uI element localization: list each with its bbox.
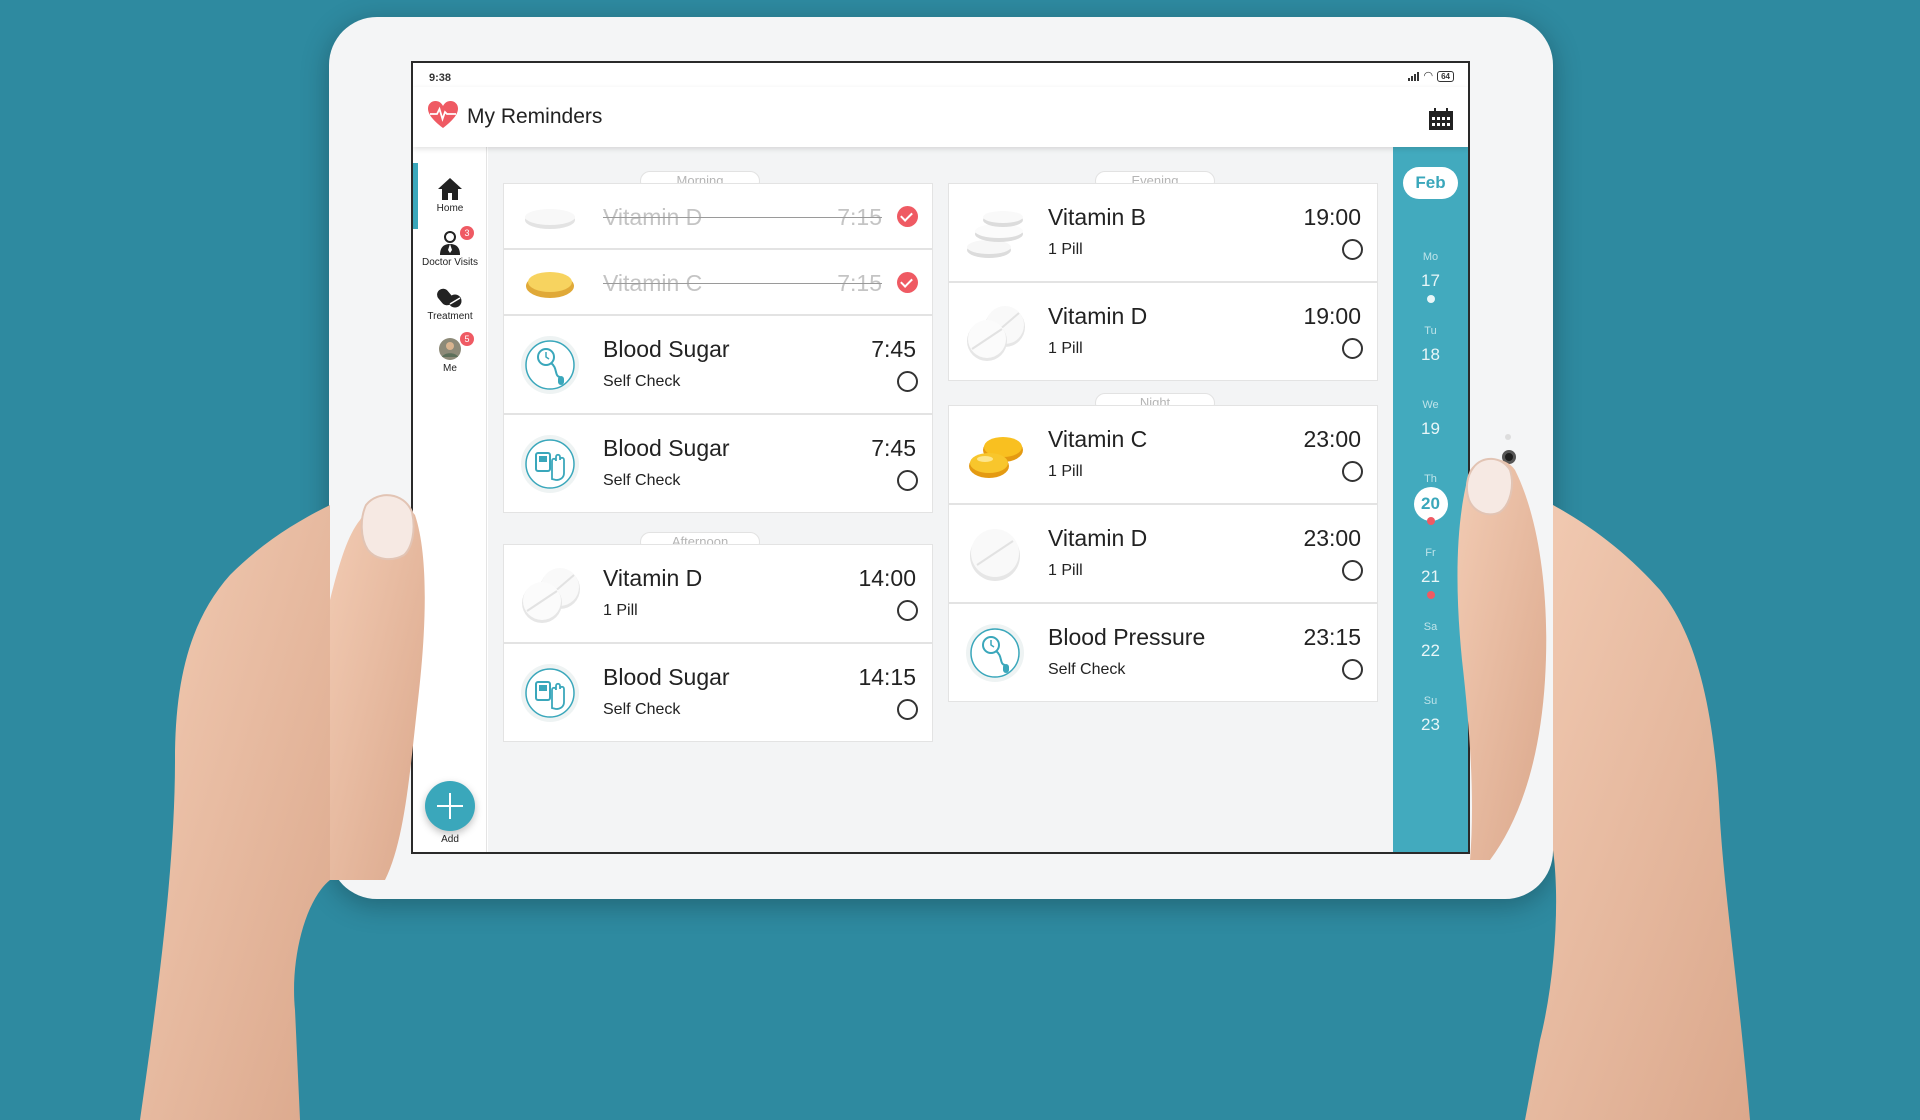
heart-icon bbox=[428, 101, 458, 128]
calendar-icon[interactable] bbox=[1428, 107, 1454, 131]
app-bar: My Reminders bbox=[413, 87, 1468, 147]
page-title: My Reminders bbox=[467, 105, 603, 128]
hands-illustration bbox=[140, 457, 1750, 1120]
